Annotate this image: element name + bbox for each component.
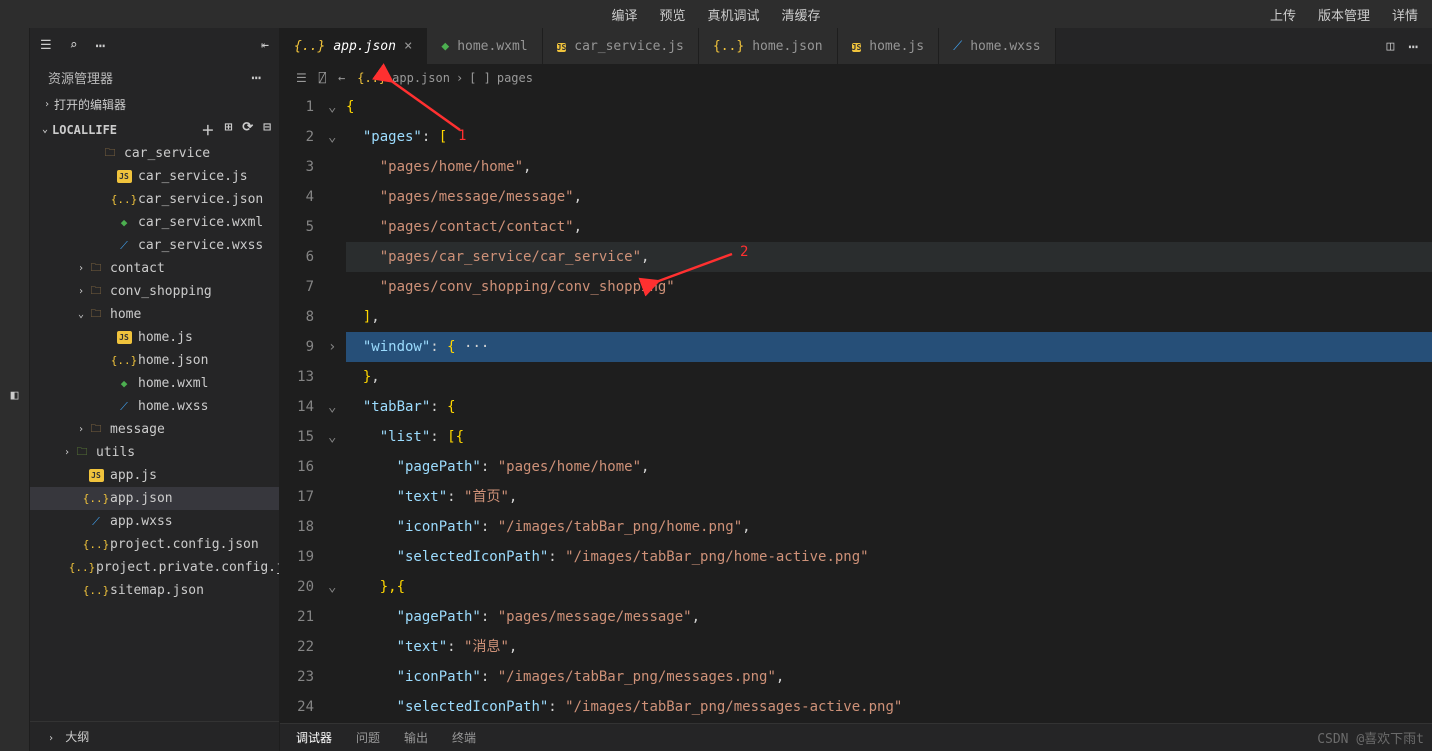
tree-item[interactable]: ⟋car_service.wxss <box>30 234 279 257</box>
open-editors-section[interactable]: › 打开的编辑器 <box>30 92 279 117</box>
tree-item[interactable]: ◆car_service.wxml <box>30 211 279 234</box>
code-line[interactable]: "text": "消息", <box>346 632 1432 662</box>
watermark: CSDN @喜欢下雨t <box>1317 728 1424 747</box>
top-menu-center: 编译 预览 真机调试 清缓存 <box>611 5 820 24</box>
tree-item[interactable]: ›🗀contact <box>30 257 279 280</box>
refresh-icon[interactable]: ⟳ <box>242 120 253 139</box>
more-icon[interactable]: ⋯ <box>95 36 105 55</box>
list-icon[interactable]: ☰ <box>40 38 52 53</box>
search-icon[interactable]: ⌕ <box>70 38 78 53</box>
back-icon[interactable]: ← <box>338 71 345 85</box>
tree-item[interactable]: 🗀car_service <box>30 142 279 165</box>
tree-item[interactable]: {..}project.private.config.json <box>30 556 279 579</box>
code-line[interactable]: "pages/contact/contact", <box>346 212 1432 242</box>
panel-output[interactable]: 输出 <box>404 729 428 746</box>
code-line[interactable]: "pagePath": "pages/home/home", <box>346 452 1432 482</box>
tab-more-icon[interactable]: ⋯ <box>1408 37 1418 56</box>
code-line[interactable]: "window": { ··· <box>346 332 1432 362</box>
code-line[interactable]: "pages/home/home", <box>346 152 1432 182</box>
tree-item[interactable]: JScar_service.js <box>30 165 279 188</box>
activity-bar: ◧ <box>0 28 30 751</box>
menu-details[interactable]: 详情 <box>1392 5 1418 24</box>
panel-debugger[interactable]: 调试器 <box>296 729 332 746</box>
panel-terminal[interactable]: 终端 <box>452 729 476 746</box>
annotation-label-2: 2 <box>740 244 748 260</box>
bookmark-icon[interactable]: ⍁ <box>319 71 326 85</box>
tree-item[interactable]: {..}app.json <box>30 487 279 510</box>
annotation-label-1: 1 <box>458 128 466 144</box>
tab-bar: {..}app.json×◆home.wxmlJScar_service.js{… <box>280 28 1432 64</box>
code-line[interactable]: "pages/car_service/car_service", <box>346 242 1432 272</box>
code-line[interactable]: "tabBar": { <box>346 392 1432 422</box>
code-editor[interactable]: 123456789131415161718192021222324 ⌄⌄›⌄⌄⌄… <box>280 92 1432 723</box>
panel-problems[interactable]: 问题 <box>356 729 380 746</box>
tree-item[interactable]: ⟋home.wxss <box>30 395 279 418</box>
bottom-panel: 调试器 问题 输出 终端 <box>280 723 1432 751</box>
code-line[interactable]: { <box>346 92 1432 122</box>
tree-item[interactable]: ›🗀message <box>30 418 279 441</box>
tree-item[interactable]: JShome.js <box>30 326 279 349</box>
menu-device-debug[interactable]: 真机调试 <box>708 5 760 24</box>
code-line[interactable]: "iconPath": "/images/tabBar_png/home.png… <box>346 512 1432 542</box>
editor-tab[interactable]: ◆home.wxml <box>427 28 542 64</box>
editor-tab[interactable]: {..}home.json <box>699 28 838 64</box>
menu-clear-cache[interactable]: 清缓存 <box>782 5 821 24</box>
explorer-more-icon[interactable]: ⋯ <box>251 68 261 87</box>
tree-item[interactable]: {..}sitemap.json <box>30 579 279 602</box>
menu-preview[interactable]: 预览 <box>659 5 685 24</box>
explorer-title: 资源管理器 ⋯ <box>30 62 279 92</box>
editor-tab[interactable]: ⟋home.wxss <box>939 28 1056 64</box>
file-tree: 🗀car_serviceJScar_service.js{..}car_serv… <box>30 142 279 721</box>
editor-tab[interactable]: {..}app.json× <box>280 28 427 64</box>
code-line[interactable]: "selectedIconPath": "/images/tabBar_png/… <box>346 542 1432 572</box>
code-line[interactable]: "list": [{ <box>346 422 1432 452</box>
editor-area: {..}app.json×◆home.wxmlJScar_service.js{… <box>280 28 1432 751</box>
code-line[interactable]: ], <box>346 302 1432 332</box>
tree-item[interactable]: {..}project.config.json <box>30 533 279 556</box>
menu-compile[interactable]: 编译 <box>611 5 637 24</box>
tree-item[interactable]: ›🗀utils <box>30 441 279 464</box>
sidebar-toolbar: ☰ ⌕ ⋯ ⇤ <box>30 28 279 62</box>
editor-tab[interactable]: JShome.js <box>838 28 939 64</box>
toc-icon[interactable]: ☰ <box>296 71 307 85</box>
top-menu-right: 上传 版本管理 详情 <box>1270 5 1418 24</box>
split-icon[interactable]: ◫ <box>1387 39 1395 54</box>
project-folder-header[interactable]: ⌄ LOCALLIFE ＋ ⊞ ⟳ ⊟ <box>30 117 279 142</box>
menu-version[interactable]: 版本管理 <box>1318 5 1370 24</box>
breadcrumb-bar: ☰ ⍁ ← {..} app.json › [ ] pages <box>280 64 1432 92</box>
outline-section[interactable]: › 大纲 <box>30 721 279 751</box>
collapse-icon[interactable]: ⇤ <box>261 38 269 53</box>
top-menu-bar: 编译 预览 真机调试 清缓存 上传 版本管理 详情 <box>0 0 1432 28</box>
tree-item[interactable]: ⌄🗀home <box>30 303 279 326</box>
breadcrumb[interactable]: {..} app.json › [ ] pages <box>357 71 533 85</box>
code-line[interactable]: "pages": [ <box>346 122 1432 152</box>
editor-tab[interactable]: JScar_service.js <box>543 28 699 64</box>
code-line[interactable]: "text": "首页", <box>346 482 1432 512</box>
layout-icon[interactable]: ◧ <box>11 388 19 403</box>
menu-upload[interactable]: 上传 <box>1270 5 1296 24</box>
code-line[interactable]: "pages/conv_shopping/conv_shopping" <box>346 272 1432 302</box>
tree-item[interactable]: {..}home.json <box>30 349 279 372</box>
code-line[interactable]: "pages/message/message", <box>346 182 1432 212</box>
code-line[interactable]: },{ <box>346 572 1432 602</box>
code-line[interactable]: "iconPath": "/images/tabBar_png/messages… <box>346 662 1432 692</box>
new-folder-icon[interactable]: ⊞ <box>224 120 232 139</box>
tree-item[interactable]: ◆home.wxml <box>30 372 279 395</box>
collapse-all-icon[interactable]: ⊟ <box>263 120 271 139</box>
tree-item[interactable]: JSapp.js <box>30 464 279 487</box>
tree-item[interactable]: ›🗀conv_shopping <box>30 280 279 303</box>
sidebar: ☰ ⌕ ⋯ ⇤ 资源管理器 ⋯ › 打开的编辑器 ⌄ LOCALLIFE ＋ ⊞… <box>30 28 280 751</box>
code-line[interactable]: "pagePath": "pages/message/message", <box>346 602 1432 632</box>
new-file-icon[interactable]: ＋ <box>201 120 214 139</box>
tree-item[interactable]: ⟋app.wxss <box>30 510 279 533</box>
code-line[interactable]: "selectedIconPath": "/images/tabBar_png/… <box>346 692 1432 722</box>
close-icon[interactable]: × <box>404 38 412 54</box>
code-line[interactable]: }, <box>346 362 1432 392</box>
tree-item[interactable]: {..}car_service.json <box>30 188 279 211</box>
